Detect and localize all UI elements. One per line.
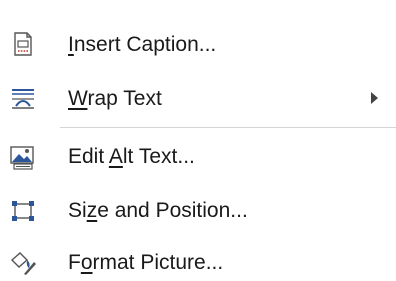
submenu-arrow-icon [371,92,378,104]
menu-item-label: Size and Position... [68,199,248,222]
menu-item-size-and-position[interactable]: Size and Position... [0,186,396,236]
menu-item-insert-caption[interactable]: Insert Caption... [0,20,396,70]
menu-item-label: Format Picture... [68,251,224,274]
size-position-icon [8,196,38,226]
menu-item-label: Wrap Text [68,87,162,110]
menu-item-wrap-text[interactable]: Wrap Text [0,74,396,124]
menu-item-label: Insert Caption... [68,33,217,56]
context-menu: Insert Caption... Wrap Text Edit Alt Tex… [0,0,396,281]
menu-item-format-picture[interactable]: Format Picture... [0,238,396,281]
menu-item-label: Edit Alt Text... [68,145,195,168]
edit-alt-text-icon [8,142,38,172]
format-picture-icon [8,248,38,278]
wrap-text-icon [8,84,38,114]
menu-separator [60,127,396,128]
menu-item-edit-alt-text[interactable]: Edit Alt Text... [0,132,396,182]
insert-caption-icon [8,30,38,60]
